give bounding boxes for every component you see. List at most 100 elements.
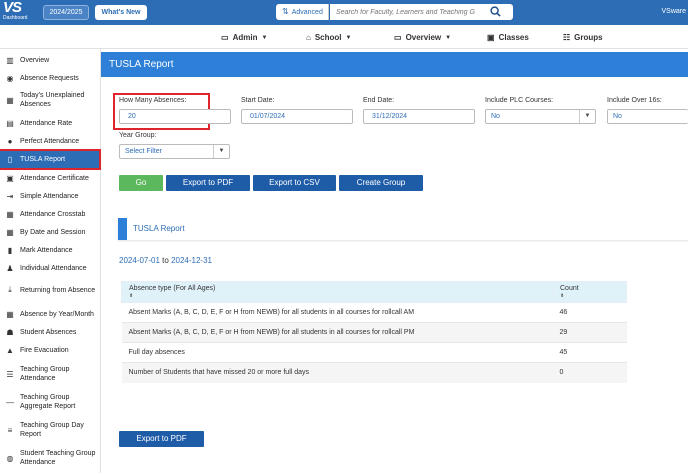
tusla-report-table: Absence type (For All Ages) ⬍ Count ⬍ Abse… xyxy=(121,281,627,383)
over16-value: No xyxy=(613,113,622,120)
date-to-word: to xyxy=(162,256,169,265)
year-group-select[interactable]: Select Filter ▼ xyxy=(119,144,230,159)
academic-year-button[interactable]: 2024/2025 xyxy=(43,5,89,20)
sort-icon: ⬍ xyxy=(129,293,134,299)
sidebar-item-student-teaching-group-attendance[interactable]: ◍ Student Teaching Group Attendance xyxy=(0,447,101,469)
export-pdf-button[interactable]: Export to PDF xyxy=(166,175,250,191)
table-row: Full day absences 45 xyxy=(121,342,627,363)
nav-groups-label: Groups xyxy=(574,33,603,42)
nav-admin[interactable]: ▭ Admin ▼ xyxy=(221,31,267,44)
column-header-count[interactable]: Count ⬍ xyxy=(552,281,627,303)
top-bar: VS Dashboard 2024/2025 What's New ⇅ Advan… xyxy=(0,0,688,25)
sidebar-item-label: Mark Attendance xyxy=(20,246,73,254)
plc-courses-select[interactable]: No ▼ xyxy=(485,109,596,124)
sidebar-item-tusla-report[interactable]: ▯ TUSLA Report xyxy=(0,149,101,170)
school-icon: ⌂ xyxy=(306,33,311,42)
page-title: TUSLA Report xyxy=(101,52,688,77)
nav-school[interactable]: ⌂ School ▼ xyxy=(306,31,351,44)
sidebar-item-teaching-group-day-report[interactable]: ≡ Teaching Group Day Report xyxy=(0,419,101,441)
admin-icon: ▭ xyxy=(221,33,229,42)
table-row: Number of Students that have missed 20 o… xyxy=(121,362,627,383)
sidebar-item-overview[interactable]: ▥ Overview xyxy=(0,53,101,67)
export-csv-button[interactable]: Export to CSV xyxy=(253,175,336,191)
count-cell: 46 xyxy=(552,302,627,323)
sidebar-item-label: Attendance Certificate xyxy=(20,174,89,182)
sidebar-item-label: Student Teaching Group Attendance xyxy=(20,450,96,466)
user-menu[interactable]: VSware xyxy=(661,8,686,15)
end-date-input[interactable]: 31/12/2024 xyxy=(363,109,475,124)
vsware-logo[interactable]: VS Dashboard xyxy=(3,0,33,23)
search-button[interactable] xyxy=(478,4,513,20)
sidebar-item-label: Attendance Crosstab xyxy=(20,210,86,218)
login-icon: ⇥ xyxy=(6,191,14,201)
count-cell: 29 xyxy=(552,322,627,343)
sidebar-item-label: Teaching Group Attendance xyxy=(20,366,70,382)
sidebar-item-mark-attendance[interactable]: ▮ Mark Attendance xyxy=(0,243,101,257)
sidebar-item-attendance-rate[interactable]: ▤ Attendance Rate xyxy=(0,116,101,130)
year-group-value: Select Filter xyxy=(125,148,162,155)
sidebar-item-by-date-and-session[interactable]: ▦ By Date and Session xyxy=(0,225,101,239)
monitor-icon: ▭ xyxy=(394,33,402,42)
sidebar-item-fire-evacuation[interactable]: ▲ Fire Evacuation xyxy=(0,343,101,357)
report-date-range: 2024-07-01 to 2024-12-31 xyxy=(119,256,212,265)
nav-admin-label: Admin xyxy=(232,33,258,42)
sidebar-item-absence-by-year-month[interactable]: ▦ Absence by Year/Month xyxy=(0,307,101,321)
advanced-label: Advanced xyxy=(291,9,323,16)
column-header-absence-type[interactable]: Absence type (For All Ages) ⬍ xyxy=(121,281,553,303)
list-icon: ☰ xyxy=(6,369,14,379)
start-date-input[interactable]: 01/07/2024 xyxy=(241,109,353,124)
sidebar-item-label: Simple Attendance xyxy=(20,192,79,200)
absence-type-cell: Absent Marks (A, B, C, D, E, F or H from… xyxy=(121,302,553,323)
sidebar-item-label: Teaching Group Aggregate Report xyxy=(20,394,76,410)
go-button[interactable]: Go xyxy=(119,175,163,191)
person-icon: ♟ xyxy=(6,263,14,273)
whats-new-button[interactable]: What's New xyxy=(95,5,147,20)
sidebar-item-teaching-group-aggregate-report[interactable]: — Teaching Group Aggregate Report xyxy=(0,391,101,413)
sidebar: ▥ Overview ◉ Absence Requests ▦ Today's Une… xyxy=(0,49,101,473)
sidebar-item-label: TUSLA Report xyxy=(20,156,66,163)
chevron-down-icon: ▼ xyxy=(261,34,268,41)
nav-classes-label: Classes xyxy=(498,33,529,42)
absence-type-cell: Full day absences xyxy=(121,342,553,363)
sidebar-item-teaching-group-attendance[interactable]: ☰ Teaching Group Attendance xyxy=(0,363,101,385)
export-pdf-bottom-button[interactable]: Export to PDF xyxy=(119,431,204,447)
column-header-label: Count xyxy=(560,285,579,292)
logo-mark: VS xyxy=(3,0,22,16)
column-header-label: Absence type (For All Ages) xyxy=(129,285,216,292)
document-icon: ▯ xyxy=(7,155,13,164)
sidebar-item-label: Attendance Rate xyxy=(20,119,73,127)
sidebar-item-student-absences[interactable]: ☗ Student Absences xyxy=(0,325,101,339)
absences-input[interactable]: 20 xyxy=(119,109,231,124)
absence-type-cell: Absent Marks (A, B, C, D, E, F or H from… xyxy=(121,322,553,343)
nav-overview-label: Overview xyxy=(405,33,442,42)
fire-icon: ▲ xyxy=(6,345,14,355)
classes-icon: ▣ xyxy=(487,33,495,42)
sidebar-item-individual-attendance[interactable]: ♟ Individual Attendance xyxy=(0,261,101,275)
nav-overview[interactable]: ▭ Overview ▼ xyxy=(394,31,451,44)
nav-classes[interactable]: ▣ Classes xyxy=(487,31,529,44)
lines-icon: — xyxy=(6,397,14,407)
search-input[interactable] xyxy=(330,4,478,20)
year-group-label: Year Group: xyxy=(119,132,157,139)
plc-courses-value: No xyxy=(491,113,500,120)
count-cell: 45 xyxy=(552,342,627,363)
sidebar-item-label: Individual Attendance xyxy=(20,264,87,272)
chevron-down-icon: ▼ xyxy=(345,34,352,41)
sidebar-item-absence-requests[interactable]: ◉ Absence Requests xyxy=(0,71,101,85)
sidebar-item-attendance-certificate[interactable]: ▣ Attendance Certificate xyxy=(0,171,101,185)
calendar-icon: ▦ xyxy=(6,309,14,319)
logo-subtitle: Dashboard xyxy=(3,15,28,21)
sidebar-item-returning-from-absence[interactable]: ⤓ Returning from Absence xyxy=(0,279,101,301)
create-group-button[interactable]: Create Group xyxy=(339,175,423,191)
table-row: Absent Marks (A, B, C, D, E, F or H from… xyxy=(121,322,627,343)
count-cell: 0 xyxy=(552,362,627,383)
sidebar-item-attendance-crosstab[interactable]: ▦ Attendance Crosstab xyxy=(0,207,101,221)
nav-groups[interactable]: ☷ Groups xyxy=(563,31,603,44)
sidebar-item-perfect-attendance[interactable]: ● Perfect Attendance xyxy=(0,134,101,148)
over16-select[interactable]: No xyxy=(607,109,688,124)
sidebar-item-simple-attendance[interactable]: ⇥ Simple Attendance xyxy=(0,189,101,203)
table-row: Absent Marks (A, B, C, D, E, F or H from… xyxy=(121,302,627,323)
sidebar-item-todays-unexplained-absences[interactable]: ▦ Today's Unexplained Absences xyxy=(0,89,101,111)
calendar-icon: ▦ xyxy=(6,95,14,105)
advanced-search-button[interactable]: ⇅ Advanced xyxy=(276,4,329,20)
